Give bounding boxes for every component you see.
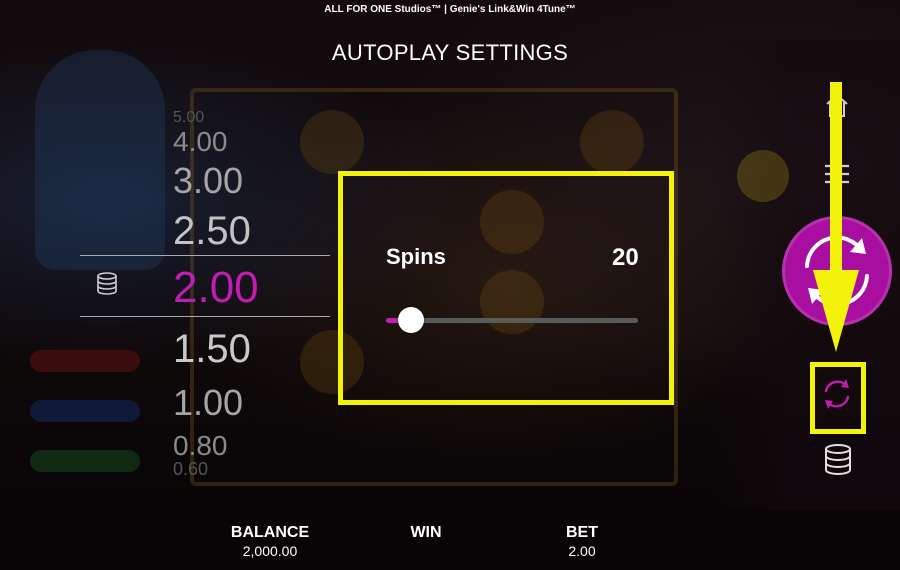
balance-display: BALANCE 2,000.00: [210, 524, 330, 559]
spin-icon: [805, 235, 869, 307]
spins-value: 20: [612, 244, 639, 271]
bet-option[interactable]: 1.50: [173, 329, 251, 369]
win-display: WIN: [366, 524, 486, 543]
spins-slider-handle[interactable]: [398, 307, 425, 333]
menu-icon[interactable]: [823, 163, 851, 185]
reel-symbol: [580, 110, 644, 174]
page-title: AUTOPLAY SETTINGS: [331, 40, 569, 65]
bet-label: BET: [566, 524, 598, 541]
bet-option[interactable]: 4.00: [173, 128, 228, 156]
spins-label: Spins: [386, 244, 446, 269]
balance-value: 2,000.00: [242, 543, 298, 559]
bet-display: BET 2.00: [522, 524, 642, 559]
selection-divider: [80, 255, 330, 256]
balance-label: BALANCE: [230, 524, 310, 541]
bet-option[interactable]: 2.50: [173, 211, 251, 251]
coin-stack-icon[interactable]: [824, 444, 852, 476]
jackpot-pill: [30, 350, 140, 372]
win-label: WIN: [410, 524, 442, 541]
home-icon[interactable]: [825, 92, 849, 118]
spin-button[interactable]: [782, 216, 892, 326]
selection-divider: [80, 316, 330, 317]
autoplay-icon[interactable]: [818, 375, 856, 413]
spins-highlight-box: [338, 171, 674, 405]
jackpot-pill: [30, 450, 140, 472]
bet-option[interactable]: 5.00: [173, 110, 204, 126]
bet-option[interactable]: 3.00: [173, 163, 243, 199]
bet-option[interactable]: 0.80: [173, 432, 228, 460]
brand-title: ALL FOR ONE Studios™ | Genie's Link&Win …: [324, 4, 576, 15]
genie-artwork: [35, 50, 165, 270]
reel-symbol: [300, 110, 364, 174]
bet-option[interactable]: 1.00: [173, 385, 243, 421]
bet-value: 2.00: [568, 543, 596, 559]
bet-option[interactable]: 0.60: [173, 460, 208, 478]
bonus-badge: [737, 150, 789, 202]
bet-option-selected[interactable]: 2.00: [173, 266, 259, 310]
jackpot-pill: [30, 400, 140, 422]
coin-stack-icon: [97, 272, 117, 295]
